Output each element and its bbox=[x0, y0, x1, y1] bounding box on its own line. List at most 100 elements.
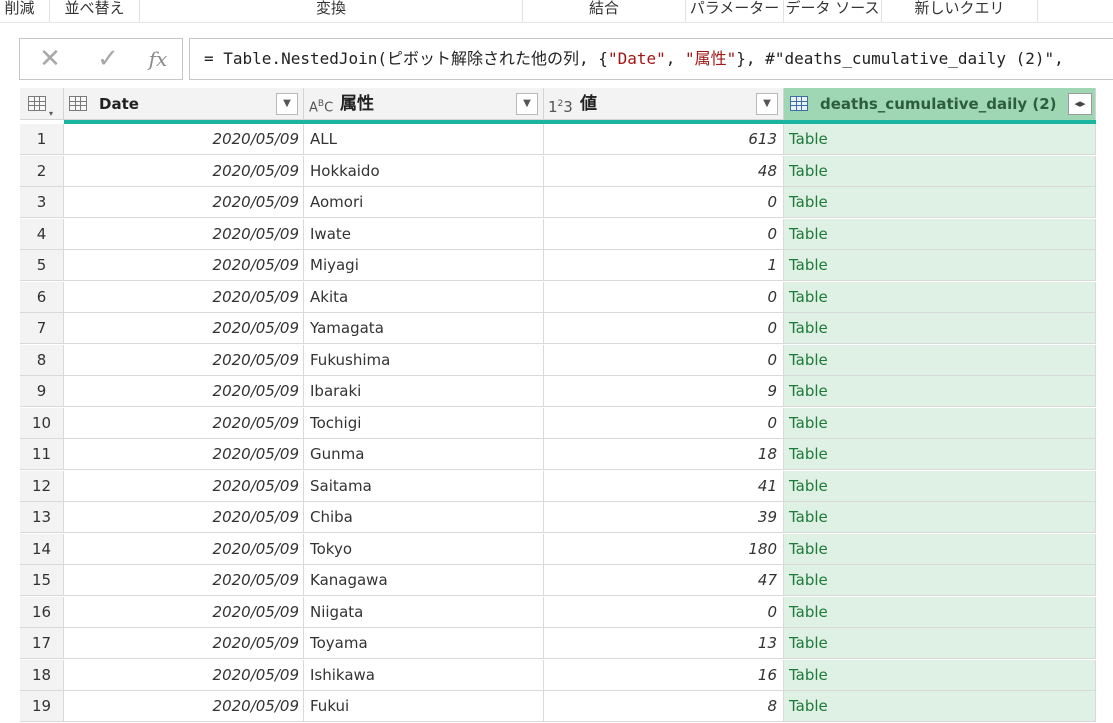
cell-value[interactable]: 48 bbox=[544, 155, 784, 187]
table-row[interactable]: 9 2020/05/09 Ibaraki 9 Table bbox=[20, 376, 1096, 408]
cell-value[interactable]: 613 bbox=[544, 124, 784, 155]
cell-date[interactable]: 2020/05/09 bbox=[64, 502, 304, 533]
table-row[interactable]: 16 2020/05/09 Niigata 0 Table bbox=[20, 596, 1096, 629]
cell-table-link[interactable]: Table bbox=[784, 691, 1096, 722]
cell-date[interactable]: 2020/05/09 bbox=[64, 155, 304, 187]
cell-date[interactable]: 2020/05/09 bbox=[64, 439, 304, 470]
expand-column-icon[interactable]: ◂▸ bbox=[1068, 93, 1092, 115]
cell-date[interactable]: 2020/05/09 bbox=[64, 344, 304, 376]
cell-attr[interactable]: Iwate bbox=[304, 218, 544, 250]
cell-table-link[interactable]: Table bbox=[784, 502, 1096, 533]
table-row[interactable]: 3 2020/05/09 Aomori 0 Table bbox=[20, 187, 1096, 219]
cell-table-link[interactable]: Table bbox=[784, 470, 1096, 502]
cell-value[interactable]: 0 bbox=[544, 218, 784, 250]
column-header-deaths[interactable]: deaths_cumulative_daily (2) ◂▸ bbox=[784, 88, 1096, 120]
row-number[interactable]: 14 bbox=[20, 533, 64, 565]
table-row[interactable]: 18 2020/05/09 Ishikawa 16 Table bbox=[20, 659, 1096, 692]
formula-input[interactable]: = Table.NestedJoin(ピボット解除された他の列, {"Date"… bbox=[189, 38, 1113, 80]
cell-table-link[interactable]: Table bbox=[784, 659, 1096, 691]
filter-dropdown-attr[interactable]: ▼ bbox=[516, 93, 538, 115]
table-row[interactable]: 15 2020/05/09 Kanagawa 47 Table bbox=[20, 565, 1096, 597]
filter-dropdown-value[interactable]: ▼ bbox=[756, 93, 778, 115]
cell-table-link[interactable]: Table bbox=[784, 565, 1096, 596]
row-number[interactable]: 10 bbox=[20, 407, 64, 439]
cell-attr[interactable]: Hokkaido bbox=[304, 155, 544, 187]
cell-date[interactable]: 2020/05/09 bbox=[64, 281, 304, 313]
cell-table-link[interactable]: Table bbox=[784, 533, 1096, 565]
cell-table-link[interactable]: Table bbox=[784, 218, 1096, 250]
cell-attr[interactable]: Niigata bbox=[304, 596, 544, 628]
table-row[interactable]: 4 2020/05/09 Iwate 0 Table bbox=[20, 218, 1096, 251]
cell-value[interactable]: 47 bbox=[544, 565, 784, 596]
cell-table-link[interactable]: Table bbox=[784, 313, 1096, 344]
cell-value[interactable]: 16 bbox=[544, 659, 784, 691]
cell-date[interactable]: 2020/05/09 bbox=[64, 533, 304, 565]
cell-attr[interactable]: Toyama bbox=[304, 628, 544, 659]
column-header-value[interactable]: 123 値 ▼ bbox=[544, 88, 784, 120]
cell-value[interactable]: 0 bbox=[544, 281, 784, 313]
cell-table-link[interactable]: Table bbox=[784, 250, 1096, 281]
row-number[interactable]: 4 bbox=[20, 218, 64, 250]
row-number[interactable]: 19 bbox=[20, 691, 64, 722]
column-header-date[interactable]: Date ▼ bbox=[64, 88, 304, 120]
column-header-attr[interactable]: ABC 属性 ▼ bbox=[304, 88, 544, 120]
cell-date[interactable]: 2020/05/09 bbox=[64, 376, 304, 407]
cell-attr[interactable]: Tokyo bbox=[304, 533, 544, 565]
row-number[interactable]: 17 bbox=[20, 628, 64, 659]
cell-table-link[interactable]: Table bbox=[784, 596, 1096, 628]
cell-value[interactable]: 0 bbox=[544, 187, 784, 218]
cell-value[interactable]: 13 bbox=[544, 628, 784, 659]
cell-value[interactable]: 0 bbox=[544, 344, 784, 376]
cell-table-link[interactable]: Table bbox=[784, 155, 1096, 187]
row-number[interactable]: 12 bbox=[20, 470, 64, 502]
table-row[interactable]: 7 2020/05/09 Yamagata 0 Table bbox=[20, 313, 1096, 345]
row-number[interactable]: 18 bbox=[20, 659, 64, 691]
cell-date[interactable]: 2020/05/09 bbox=[64, 659, 304, 691]
row-number[interactable]: 1 bbox=[20, 124, 64, 155]
cell-table-link[interactable]: Table bbox=[784, 187, 1096, 218]
table-row[interactable]: 5 2020/05/09 Miyagi 1 Table bbox=[20, 250, 1096, 282]
cell-attr[interactable]: Saitama bbox=[304, 470, 544, 502]
cell-date[interactable]: 2020/05/09 bbox=[64, 124, 304, 155]
table-row[interactable]: 10 2020/05/09 Tochigi 0 Table bbox=[20, 407, 1096, 440]
row-number[interactable]: 5 bbox=[20, 250, 64, 281]
table-row[interactable]: 17 2020/05/09 Toyama 13 Table bbox=[20, 628, 1096, 660]
cell-date[interactable]: 2020/05/09 bbox=[64, 313, 304, 344]
table-row[interactable]: 19 2020/05/09 Fukui 8 Table bbox=[20, 691, 1096, 723]
cell-attr[interactable]: Ishikawa bbox=[304, 659, 544, 691]
cell-attr[interactable]: Gunma bbox=[304, 439, 544, 470]
table-row[interactable]: 11 2020/05/09 Gunma 18 Table bbox=[20, 439, 1096, 471]
cell-value[interactable]: 9 bbox=[544, 376, 784, 407]
cell-value[interactable]: 1 bbox=[544, 250, 784, 281]
cell-attr[interactable]: Ibaraki bbox=[304, 376, 544, 407]
table-row[interactable]: 14 2020/05/09 Tokyo 180 Table bbox=[20, 533, 1096, 566]
cell-table-link[interactable]: Table bbox=[784, 439, 1096, 470]
row-number[interactable]: 16 bbox=[20, 596, 64, 628]
row-number[interactable]: 7 bbox=[20, 313, 64, 344]
cell-date[interactable]: 2020/05/09 bbox=[64, 250, 304, 281]
table-row[interactable]: 6 2020/05/09 Akita 0 Table bbox=[20, 281, 1096, 314]
close-icon[interactable]: ✕ bbox=[32, 39, 68, 79]
cell-date[interactable]: 2020/05/09 bbox=[64, 596, 304, 628]
cell-date[interactable]: 2020/05/09 bbox=[64, 407, 304, 439]
cell-attr[interactable]: Fukushima bbox=[304, 344, 544, 376]
row-number[interactable]: 2 bbox=[20, 155, 64, 187]
cell-date[interactable]: 2020/05/09 bbox=[64, 470, 304, 502]
cell-value[interactable]: 8 bbox=[544, 691, 784, 722]
cell-attr[interactable]: Chiba bbox=[304, 502, 544, 533]
row-number[interactable]: 8 bbox=[20, 344, 64, 376]
row-number[interactable]: 11 bbox=[20, 439, 64, 470]
table-menu-button[interactable]: ▾ bbox=[20, 88, 64, 120]
cell-table-link[interactable]: Table bbox=[784, 124, 1096, 155]
cell-date[interactable]: 2020/05/09 bbox=[64, 187, 304, 218]
cell-table-link[interactable]: Table bbox=[784, 281, 1096, 313]
table-row[interactable]: 12 2020/05/09 Saitama 41 Table bbox=[20, 470, 1096, 503]
cell-value[interactable]: 180 bbox=[544, 533, 784, 565]
cell-table-link[interactable]: Table bbox=[784, 407, 1096, 439]
row-number[interactable]: 9 bbox=[20, 376, 64, 407]
cell-value[interactable]: 0 bbox=[544, 313, 784, 344]
cell-table-link[interactable]: Table bbox=[784, 628, 1096, 659]
cell-attr[interactable]: Akita bbox=[304, 281, 544, 313]
cell-value[interactable]: 41 bbox=[544, 470, 784, 502]
cell-value[interactable]: 0 bbox=[544, 407, 784, 439]
